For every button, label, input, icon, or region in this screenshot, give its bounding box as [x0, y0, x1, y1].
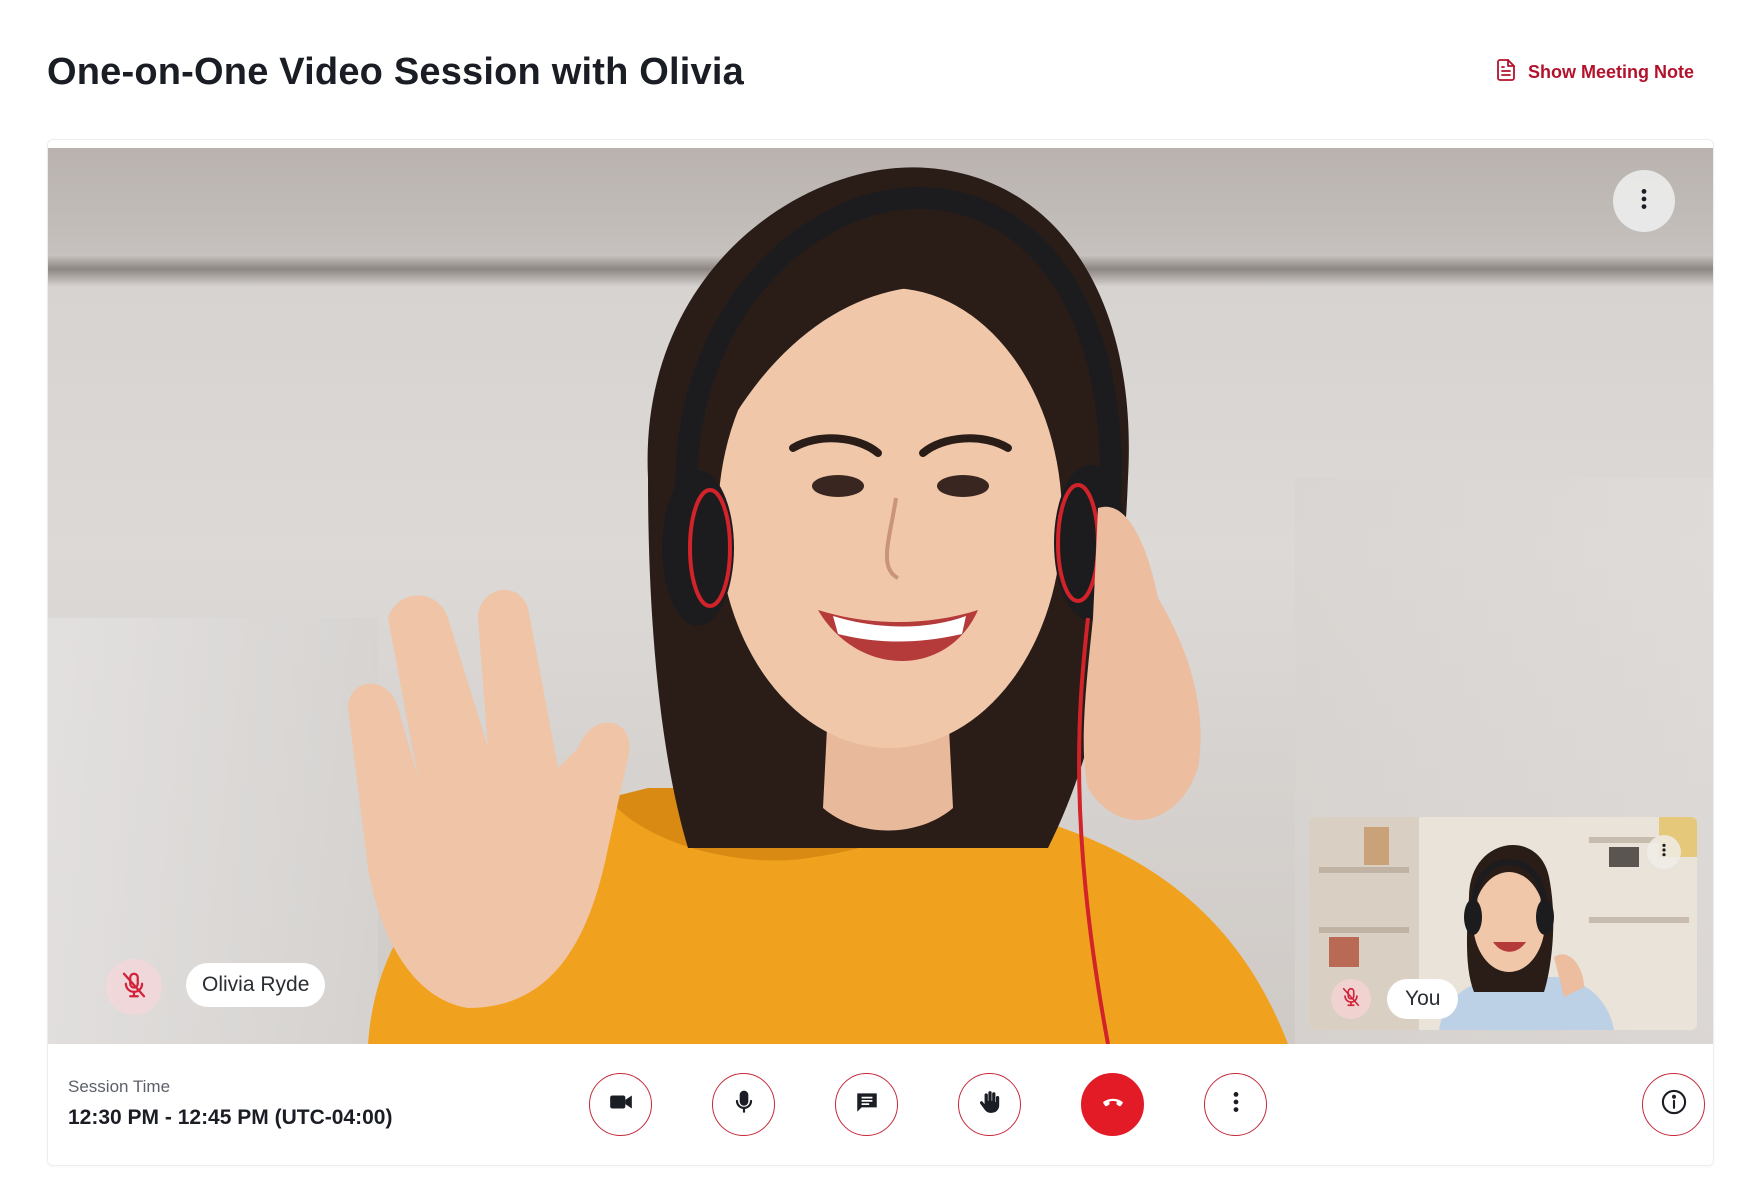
- page-header: One-on-One Video Session with Olivia Sho…: [47, 44, 1694, 100]
- document-icon: [1494, 58, 1518, 87]
- more-options-button[interactable]: [1204, 1073, 1267, 1136]
- camera-button[interactable]: [589, 1073, 652, 1136]
- show-meeting-note-label: Show Meeting Note: [1528, 61, 1694, 82]
- participant-name-tag: Olivia Ryde: [186, 963, 326, 1007]
- microphone-icon: [731, 1089, 757, 1120]
- more-vertical-icon: [1656, 842, 1672, 863]
- info-icon: [1660, 1088, 1688, 1121]
- self-muted-indicator: [1331, 979, 1371, 1019]
- raise-hand-button[interactable]: [958, 1073, 1021, 1136]
- video-call-card: Olivia Ryde You Session Time 12:30 PM - …: [47, 139, 1714, 1166]
- more-vertical-icon: [1631, 186, 1657, 217]
- end-call-button[interactable]: [1081, 1073, 1144, 1136]
- mic-off-icon: [119, 970, 149, 1005]
- main-video-options-button[interactable]: [1613, 170, 1675, 232]
- call-control-buttons: [589, 1073, 1267, 1136]
- mic-off-icon: [1340, 986, 1362, 1013]
- self-view-video[interactable]: You: [1309, 817, 1697, 1030]
- microphone-button[interactable]: [712, 1073, 775, 1136]
- self-view-options-button[interactable]: [1647, 835, 1681, 869]
- session-time-value: 12:30 PM - 12:45 PM (UTC-04:00): [68, 1106, 393, 1129]
- call-controls-bar: Session Time 12:30 PM - 12:45 PM (UTC-04…: [48, 1044, 1713, 1165]
- participant-muted-indicator: [106, 959, 162, 1015]
- phone-hangup-icon: [1100, 1089, 1126, 1120]
- page-title: One-on-One Video Session with Olivia: [47, 50, 744, 93]
- more-vertical-icon: [1223, 1089, 1249, 1120]
- chat-button[interactable]: [835, 1073, 898, 1136]
- session-time-label: Session Time: [68, 1077, 171, 1096]
- info-button[interactable]: [1642, 1073, 1705, 1136]
- self-name-tag: You: [1387, 979, 1459, 1019]
- chat-icon: [854, 1089, 880, 1120]
- video-camera-icon: [608, 1089, 634, 1120]
- show-meeting-note-button[interactable]: Show Meeting Note: [1494, 58, 1694, 87]
- hand-icon: [977, 1089, 1003, 1120]
- main-video-feed: Olivia Ryde You: [48, 148, 1713, 1044]
